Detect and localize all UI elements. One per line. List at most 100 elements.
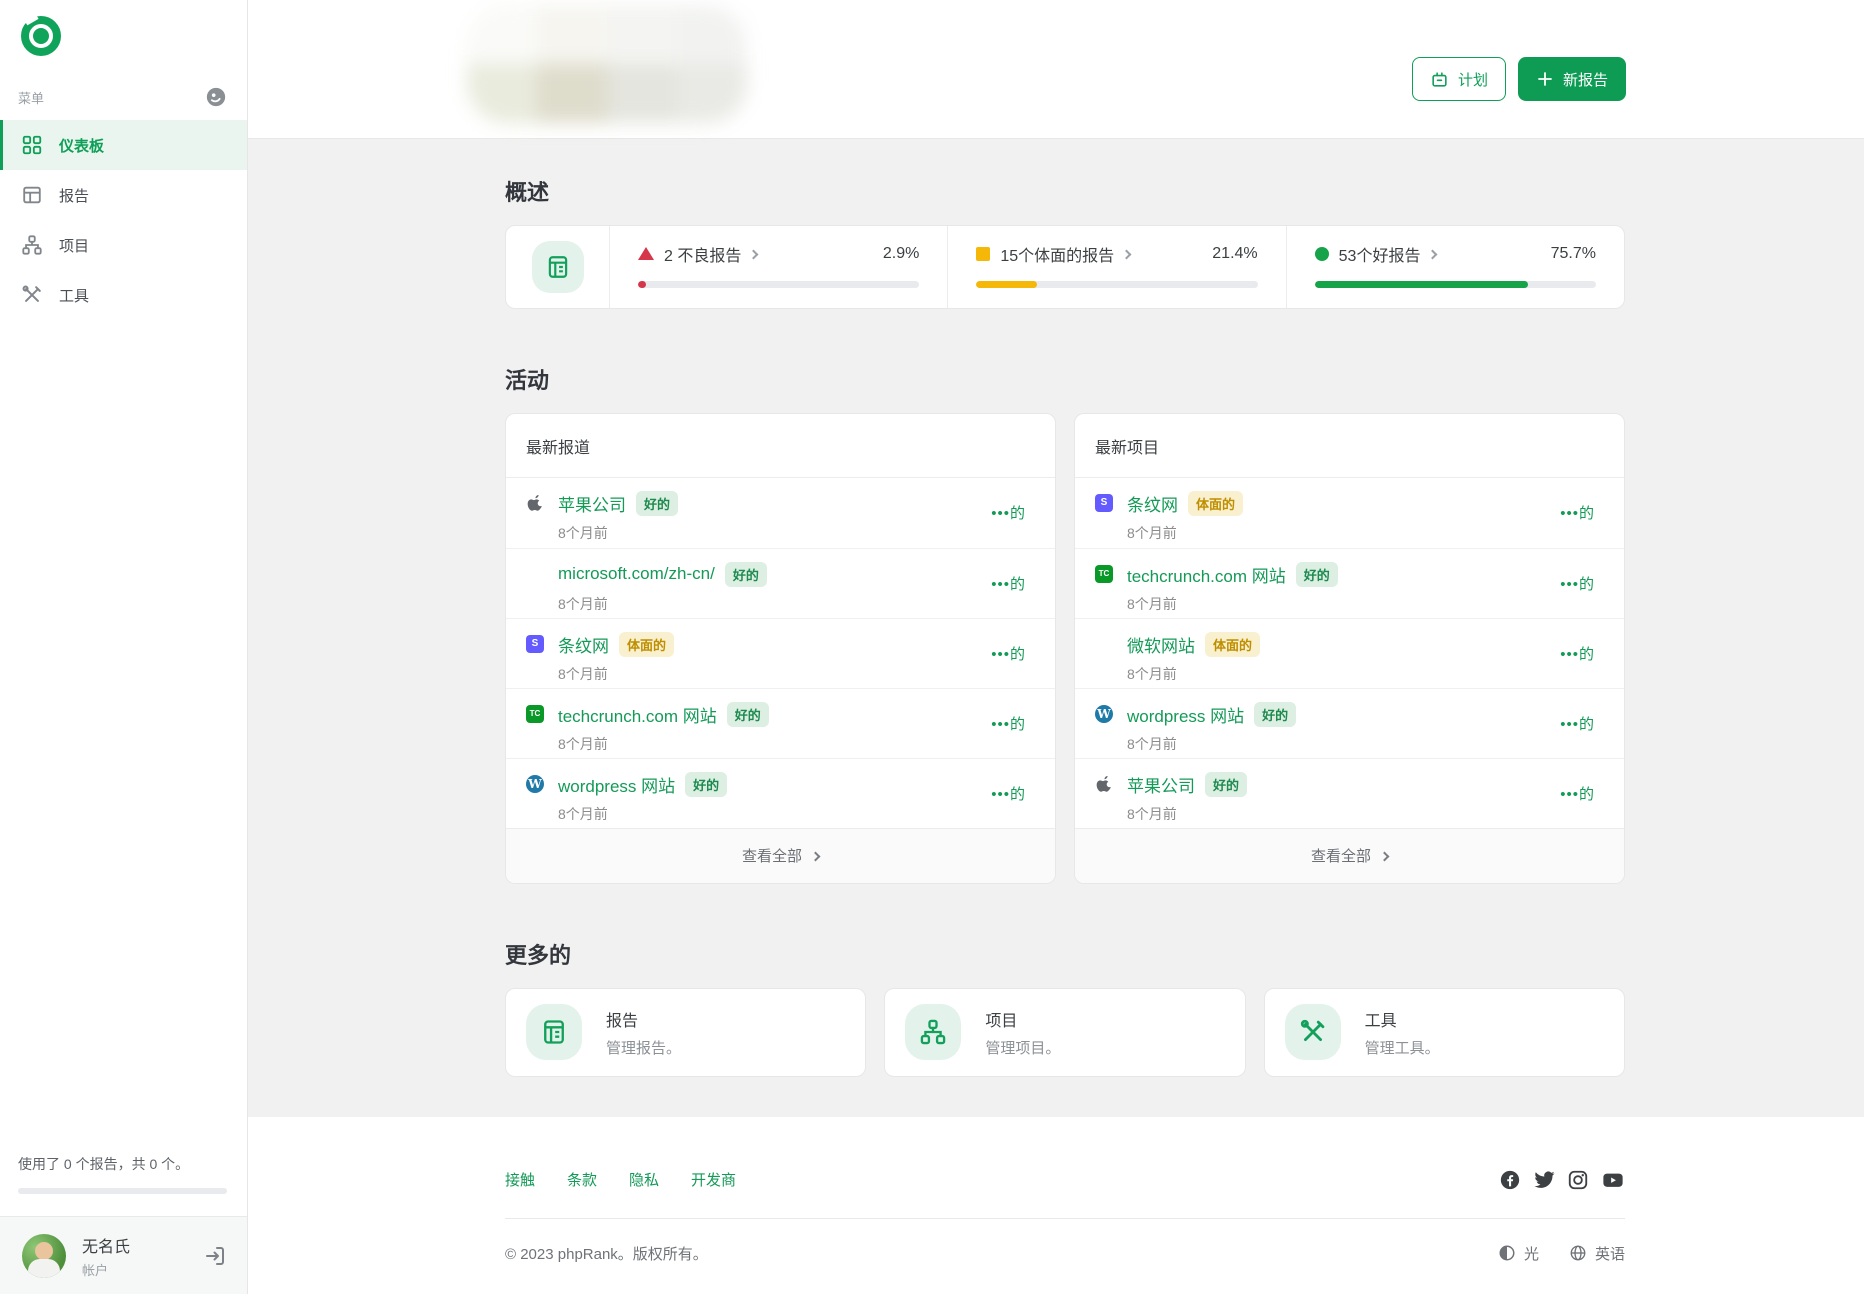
item-more-menu[interactable]: •••的: [991, 783, 1026, 804]
language-selector[interactable]: 英语: [1569, 1243, 1625, 1264]
apple-icon: [526, 494, 544, 512]
youtube-icon[interactable]: [1601, 1169, 1625, 1191]
user-role: 帐户: [82, 1262, 109, 1278]
microsoft-icon: [1095, 635, 1113, 653]
tools-icon: [22, 285, 41, 302]
item-more-menu[interactable]: •••的: [1560, 643, 1595, 664]
avatar: [22, 1233, 66, 1278]
view-all-reports[interactable]: 查看全部: [506, 827, 1055, 883]
footer-links: 接触 条款 隐私 开发商: [505, 1169, 736, 1190]
project-link[interactable]: 条纹网: [1127, 491, 1178, 516]
sidebar-item-reports[interactable]: 报告: [0, 170, 247, 220]
item-more-menu[interactable]: •••的: [991, 713, 1026, 734]
instagram-icon[interactable]: [1567, 1169, 1589, 1191]
project-link[interactable]: 微软网站: [1127, 632, 1195, 657]
footer-link-developers[interactable]: 开发商: [691, 1169, 736, 1190]
plus-icon: [1538, 72, 1552, 86]
menu-heading: 菜单: [18, 90, 45, 106]
page-footer: 接触 条款 隐私 开发商 © 2023 phpRank。版权所有。 光 英语: [248, 1116, 1864, 1294]
report-link[interactable]: 条纹网: [558, 632, 609, 657]
bad-reports-link[interactable]: 2 不良报告: [664, 242, 741, 266]
view-all-label: 查看全部: [741, 848, 802, 866]
view-all-projects[interactable]: 查看全部: [1075, 827, 1624, 883]
theme-toggle[interactable]: 光: [1498, 1243, 1539, 1264]
more-card-title: 工具: [1364, 1012, 1397, 1030]
item-more-menu[interactable]: •••的: [991, 643, 1026, 664]
wordpress-icon: W: [526, 774, 544, 793]
stripe-icon: S: [1095, 493, 1113, 512]
plan-button-label: 计划: [1457, 71, 1488, 89]
twitter-icon[interactable]: [1533, 1169, 1555, 1191]
item-more-menu[interactable]: •••的: [991, 502, 1026, 523]
list-item: TC techcrunch.com 网站 好的 8个月前 •••的: [1075, 547, 1624, 618]
app-logo[interactable]: [0, 0, 247, 58]
microsoft-icon: [526, 565, 544, 583]
facebook-icon[interactable]: [1499, 1169, 1521, 1191]
report-link[interactable]: wordpress 网站: [558, 772, 675, 797]
report-summary-icon: [531, 240, 584, 293]
stat-good-reports: 53个好报告 75.7%: [1285, 225, 1624, 308]
more-card-subtitle: 管理报告。: [606, 1039, 682, 1057]
list-item: S 条纹网 体面的 8个月前 •••的: [506, 617, 1055, 688]
good-reports-percent: 75.7%: [1550, 244, 1596, 262]
item-time: 8个月前: [558, 805, 608, 822]
overview-card: 2 不良报告 2.9% 15个体面的报告 21.4% 53个好报告 75.7%: [505, 224, 1625, 309]
logout-icon[interactable]: [203, 1244, 227, 1268]
overview-section-title: 概述: [505, 179, 550, 205]
decent-reports-link[interactable]: 15个体面的报告: [1000, 242, 1114, 266]
report-link[interactable]: techcrunch.com 网站: [558, 702, 717, 727]
project-link[interactable]: techcrunch.com 网站: [1127, 562, 1286, 587]
new-report-button-label: 新报告: [1562, 71, 1608, 89]
report-link[interactable]: 苹果公司: [558, 491, 626, 516]
item-more-menu[interactable]: •••的: [1560, 713, 1595, 734]
latest-reports-title: 最新报道: [506, 414, 1055, 478]
usage-summary: 使用了 0 个报告，共 0 个。: [18, 1156, 190, 1172]
user-name: 无名氏: [82, 1238, 131, 1256]
footer-link-privacy[interactable]: 隐私: [629, 1169, 659, 1190]
item-more-menu[interactable]: •••的: [1560, 502, 1595, 523]
more-card-reports[interactable]: 报告 管理报告。: [505, 987, 867, 1077]
item-more-menu[interactable]: •••的: [1560, 573, 1595, 594]
item-more-menu[interactable]: •••的: [991, 573, 1026, 594]
progress-fill: [638, 280, 647, 288]
status-badge: 好的: [724, 561, 767, 587]
item-time: 8个月前: [1127, 524, 1177, 541]
top-header: 计划 新报告: [248, 0, 1864, 139]
footer-link-contact[interactable]: 接触: [505, 1169, 535, 1190]
new-report-button[interactable]: 新报告: [1517, 57, 1626, 101]
good-circle-icon: [1314, 246, 1329, 261]
status-badge: 好的: [726, 701, 769, 727]
good-reports-link[interactable]: 53个好报告: [1339, 242, 1421, 266]
sidebar-item-tools[interactable]: 工具: [0, 270, 247, 320]
sidebar-item-projects[interactable]: 项目: [0, 220, 247, 270]
techcrunch-icon: TC: [526, 704, 544, 723]
progress-track: [976, 280, 1258, 288]
user-account-card[interactable]: 无名氏 帐户: [0, 1216, 247, 1294]
blurred-site-logo: [467, 5, 747, 123]
progress-fill: [1314, 280, 1528, 288]
item-time: 8个月前: [558, 735, 608, 752]
sidebar-item-dashboard[interactable]: 仪表板: [0, 120, 247, 170]
footer-link-terms[interactable]: 条款: [567, 1169, 597, 1190]
list-item: 微软网站 体面的 8个月前 •••的: [1075, 617, 1624, 688]
plan-box-icon: [1432, 71, 1447, 87]
techcrunch-icon: TC: [1095, 564, 1113, 583]
item-more-menu[interactable]: •••的: [1560, 783, 1595, 804]
list-item: microsoft.com/zh-cn/ 好的 8个月前 •••的: [506, 547, 1055, 618]
status-badge: 体面的: [1188, 490, 1244, 516]
plan-button[interactable]: 计划: [1411, 57, 1506, 101]
project-link[interactable]: wordpress 网站: [1127, 702, 1244, 727]
more-card-title: 报告: [606, 1012, 639, 1030]
progress-fill: [976, 280, 1037, 288]
projects-icon: [22, 235, 42, 255]
more-section-title: 更多的: [505, 942, 572, 968]
project-link[interactable]: 苹果公司: [1127, 772, 1195, 797]
reports-icon: [23, 186, 41, 204]
globe-icon: [1570, 1245, 1586, 1261]
item-time: 8个月前: [558, 665, 608, 682]
more-card-projects[interactable]: 项目 管理项目。: [884, 987, 1246, 1077]
account-circle-icon[interactable]: [205, 86, 227, 108]
more-card-tools[interactable]: 工具 管理工具。: [1263, 987, 1625, 1077]
main-area: 计划 新报告 概述 2 不良报告 2.9% 15个体面的报告 21.4% 53个…: [248, 0, 1864, 1294]
report-link[interactable]: microsoft.com/zh-cn/: [558, 564, 715, 584]
